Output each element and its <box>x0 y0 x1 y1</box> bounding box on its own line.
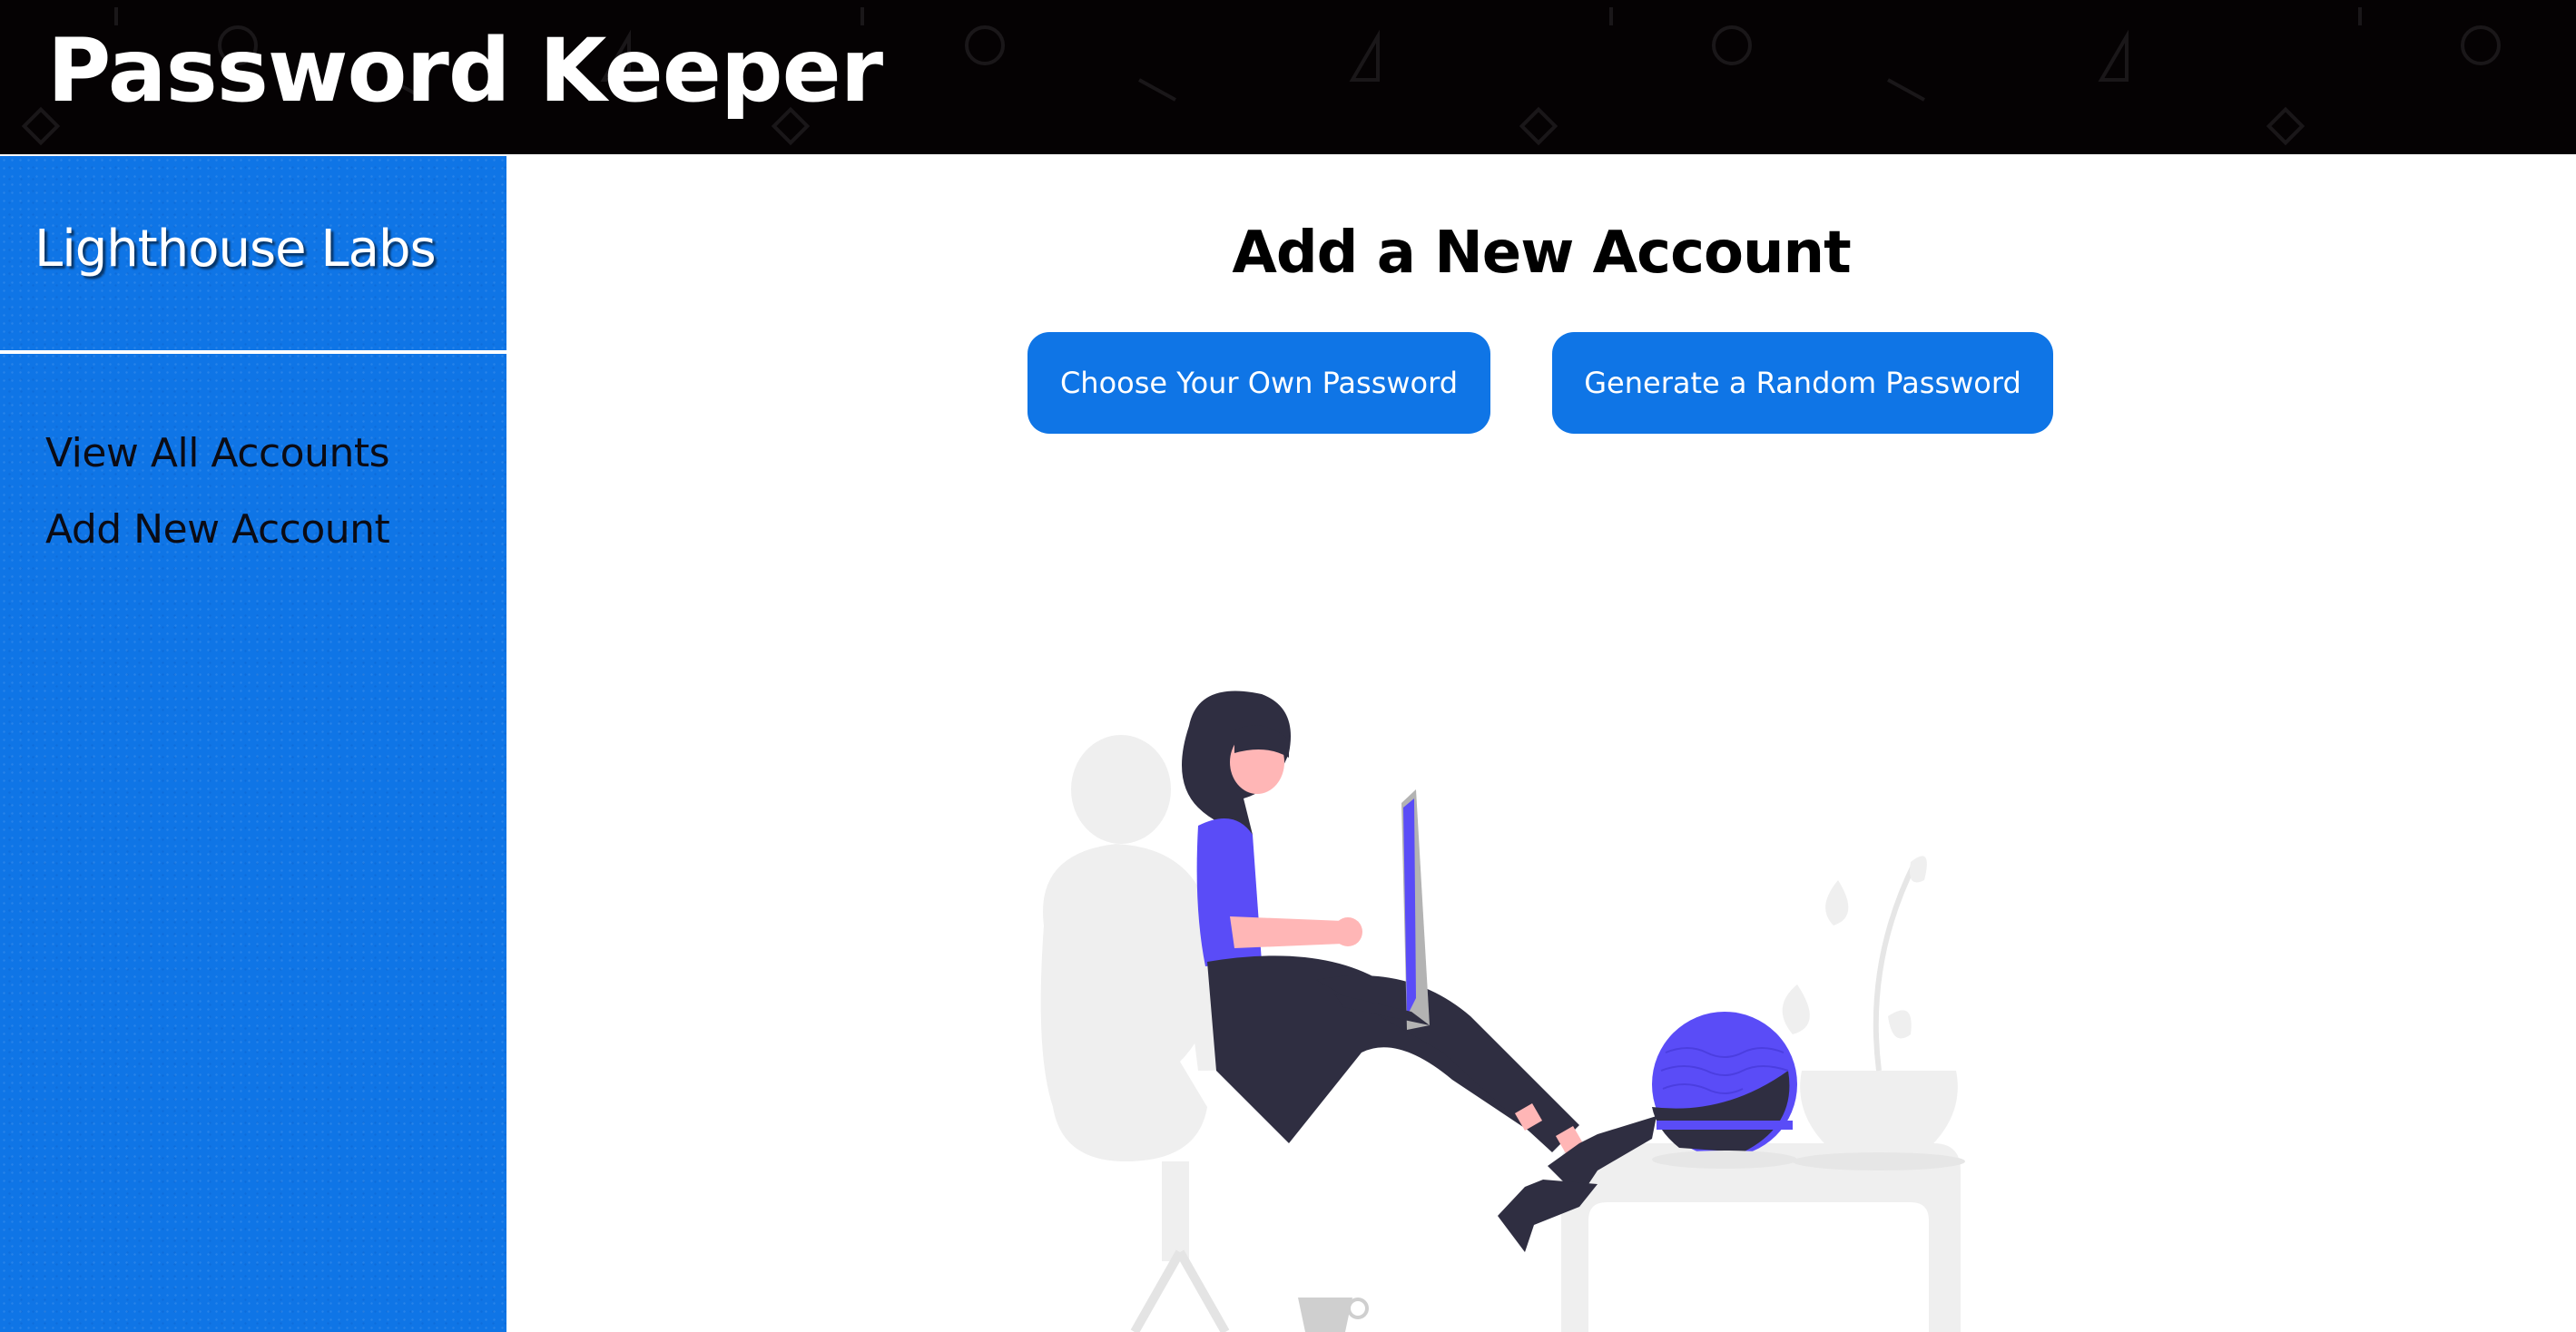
app-header: Password Keeper <box>0 0 2576 154</box>
sidebar-brand: Lighthouse Labs <box>34 220 437 279</box>
sidebar-item-view-all-accounts[interactable]: View All Accounts <box>45 416 390 492</box>
choose-own-password-button[interactable]: Choose Your Own Password <box>1027 332 1490 434</box>
page-title: Add a New Account <box>1232 220 1851 287</box>
sidebar-item-add-new-account[interactable]: Add New Account <box>45 492 390 568</box>
app-title: Password Keeper <box>47 20 883 122</box>
sidebar-divider <box>0 350 506 354</box>
generate-random-password-button[interactable]: Generate a Random Password <box>1552 332 2053 434</box>
woman-with-laptop-illustration <box>1040 690 1965 1332</box>
sidebar: Lighthouse Labs View All Accounts Add Ne… <box>0 156 506 1332</box>
sidebar-nav: View All Accounts Add New Account <box>45 416 390 568</box>
